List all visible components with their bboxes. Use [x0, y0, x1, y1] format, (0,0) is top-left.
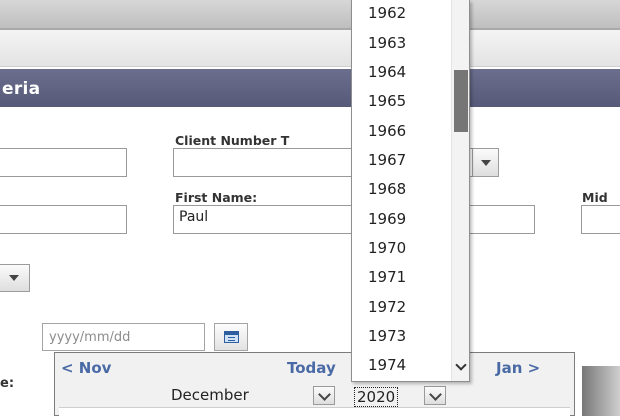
next-month-link[interactable]: Jan > [496, 359, 540, 377]
year-option[interactable]: 1963 [368, 34, 406, 52]
client-number-type-label: Client Number T [175, 133, 290, 148]
year-dropdown-button[interactable] [424, 386, 446, 405]
today-link[interactable]: Today [287, 359, 336, 377]
toolbar-band [0, 30, 620, 67]
popup-shadow [582, 366, 620, 416]
year-option[interactable]: 1973 [368, 327, 406, 345]
section-title: eria [2, 79, 41, 99]
month-dropdown-button[interactable] [313, 386, 335, 405]
year-option[interactable]: 1971 [368, 268, 406, 286]
year-option[interactable]: 1972 [368, 298, 406, 316]
month-value: December [171, 386, 249, 404]
year-dropdown-list[interactable]: 1962 1963 1964 1965 1966 1967 1968 1969 … [351, 0, 470, 382]
first-name-label: First Name: [175, 190, 258, 205]
middle-name-label: Mid [582, 190, 608, 205]
prev-month-link[interactable]: < Nov [61, 359, 111, 377]
calendar-icon [224, 331, 239, 343]
window-top-strip [0, 0, 620, 30]
year-option[interactable]: 1969 [368, 210, 406, 228]
year-option[interactable]: 1968 [368, 180, 406, 198]
gender-dropdown-button[interactable] [0, 264, 30, 292]
scroll-down-icon[interactable] [455, 359, 467, 371]
chevron-down-icon [9, 275, 19, 281]
date-of-birth-input[interactable]: yyyy/mm/dd [42, 323, 205, 351]
last-name-field[interactable] [0, 205, 127, 234]
chevron-down-icon [480, 159, 491, 166]
search-criteria-header: eria [0, 69, 620, 107]
year-option[interactable]: 1974 [368, 356, 406, 374]
client-number-type-dropdown-button[interactable] [472, 148, 499, 177]
date-picker-popup: < Nov Today Jan > December 2020 [54, 352, 575, 420]
year-option[interactable]: 1970 [368, 239, 406, 257]
middle-name-field[interactable] [581, 205, 620, 234]
scrollbar-thumb[interactable] [454, 70, 468, 132]
calendar-days-grid [59, 407, 570, 420]
chevron-down-icon [429, 388, 442, 401]
year-option[interactable]: 1966 [368, 122, 406, 140]
calendar-button[interactable] [214, 323, 248, 351]
year-option[interactable]: 1965 [368, 92, 406, 110]
year-option[interactable]: 1964 [368, 63, 406, 81]
year-option[interactable]: 1962 [368, 4, 406, 22]
year-list-scrollbar[interactable] [451, 0, 469, 381]
year-value: 2020 [354, 387, 399, 407]
client-number-field[interactable] [0, 148, 127, 177]
year-option[interactable]: 1967 [368, 151, 406, 169]
chevron-down-icon [318, 388, 331, 401]
year-select[interactable]: 2020 [352, 386, 471, 407]
date-of-birth-label: e: [0, 376, 15, 391]
